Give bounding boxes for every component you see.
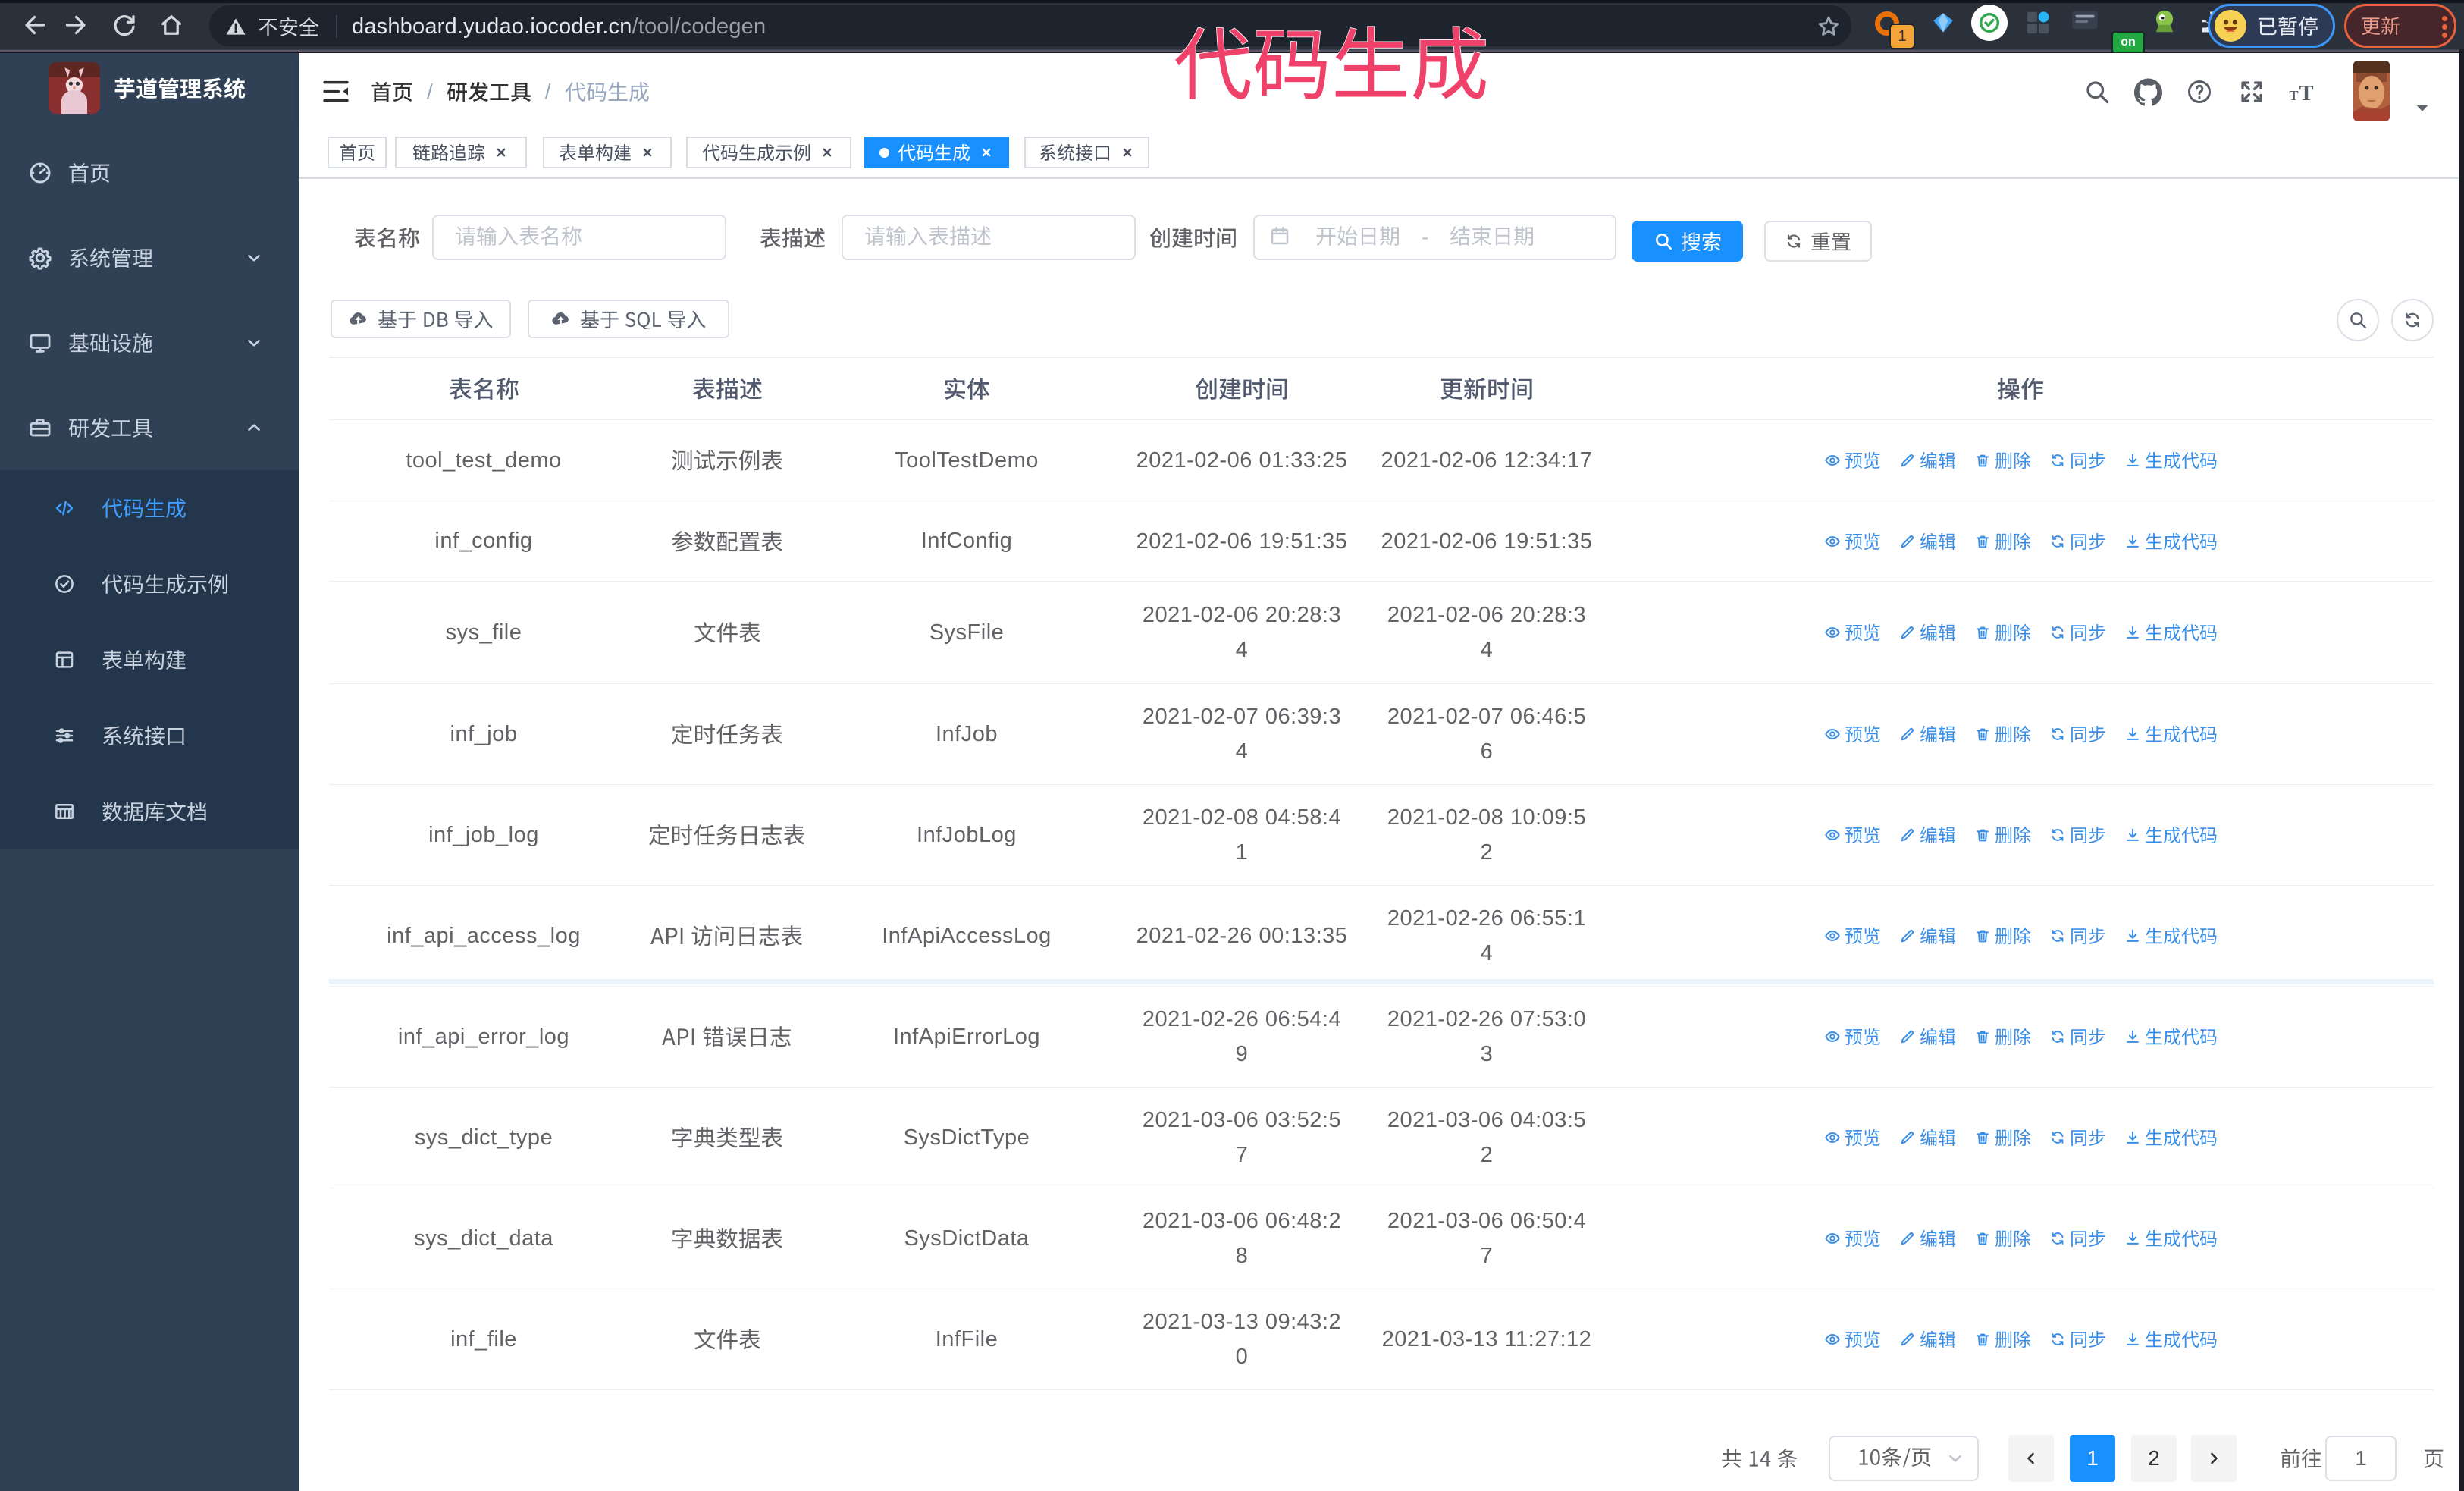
svg-text:T: T xyxy=(2289,88,2298,103)
svg-text:T: T xyxy=(2299,82,2314,105)
